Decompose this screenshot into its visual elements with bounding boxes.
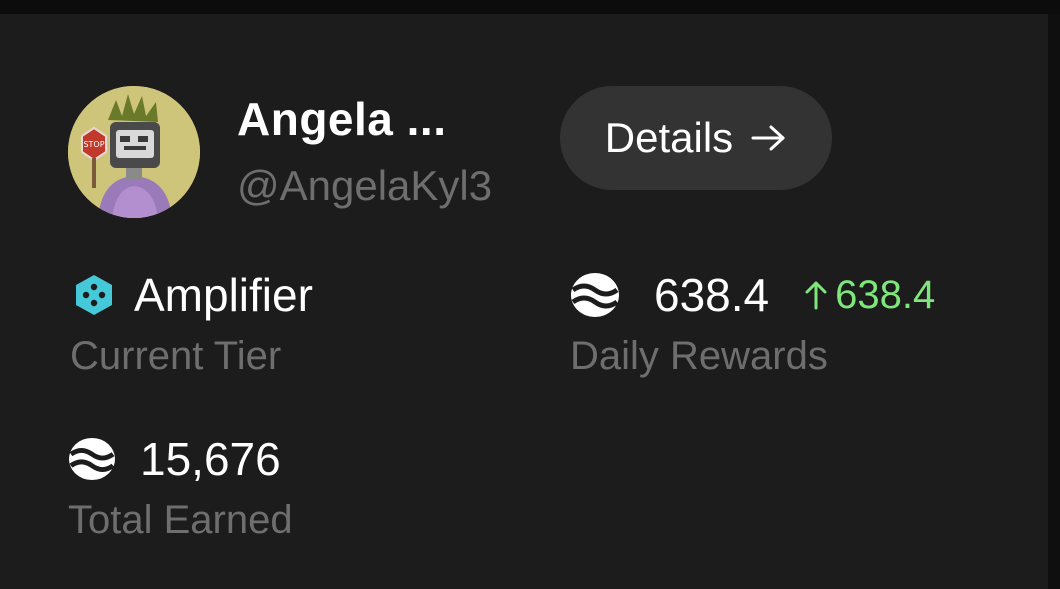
stat-current-tier: Amplifier Current Tier [70,268,313,379]
daily-rewards-value: 638.4 [654,269,770,321]
arrow-up-icon [805,281,827,310]
avatar[interactable]: STOP [68,86,200,218]
arrow-right-icon [751,125,785,151]
daily-rewards-caption: Daily Rewards [570,334,828,378]
avatar-illustration: STOP [68,86,200,218]
tier-caption: Current Tier [70,334,282,378]
svg-text:STOP: STOP [83,140,104,149]
details-button-label: Details [604,114,734,161]
stat-daily-rewards: 638.4 638.4 Daily Rewards [570,268,935,379]
total-earned-value: 15,676 [140,433,281,485]
username: Angela ... [237,93,447,145]
daily-rewards-delta: 638.4 [803,273,935,318]
total-earned-caption: Total Earned [68,498,293,542]
details-button[interactable]: Details [560,86,832,190]
top-bar [0,0,1060,14]
daily-rewards-delta-value: 638.4 [835,272,936,317]
tier-hexagon-icon [76,275,112,315]
user-handle: @AngelaKyl3 [237,162,493,209]
tier-value: Amplifier [134,269,313,321]
card-edge [1048,14,1060,589]
coin-wave-icon [69,437,115,481]
coin-wave-icon [571,273,619,317]
stat-total-earned: 15,676 Total Earned [68,432,293,543]
